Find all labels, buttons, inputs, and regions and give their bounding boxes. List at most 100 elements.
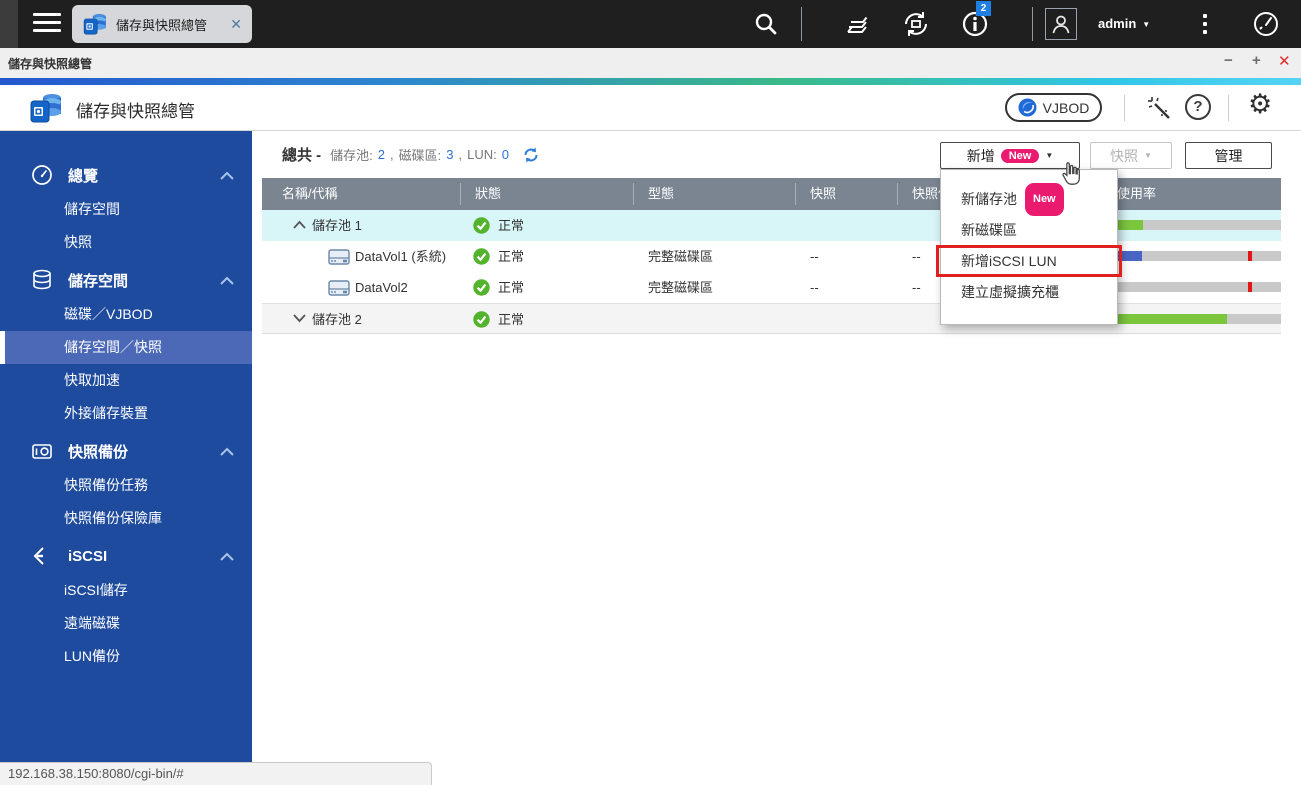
vjbod-icon <box>1018 98 1037 117</box>
sidebar-item-cache-acceleration[interactable]: 快取加速 <box>0 364 252 397</box>
app-header: 儲存與快照總管 VJBOD ? ⚙ <box>0 85 1301 131</box>
tray-divider <box>1032 7 1033 41</box>
help-icon: ? <box>1185 94 1211 120</box>
create-button[interactable]: 新增 New ▼ <box>940 142 1080 169</box>
more-options-icon[interactable] <box>1203 14 1207 38</box>
user-name: admin <box>1098 16 1137 31</box>
sidebar-item-disks-vjbod[interactable]: 磁碟／VJBOD <box>0 298 252 331</box>
status-ok-icon <box>473 217 490 234</box>
vjbod-button[interactable]: VJBOD <box>1005 93 1102 122</box>
user-menu[interactable]: admin ▼ <box>1098 16 1150 31</box>
type-text: 完整磁碟區 <box>648 249 714 264</box>
external-device-button[interactable] <box>900 0 932 48</box>
device-sync-icon <box>905 12 927 36</box>
app-tab-label: 儲存與快照總管 <box>116 17 208 33</box>
menu-item-new-volume[interactable]: 新磁碟區 <box>941 215 1117 246</box>
header-divider <box>1124 95 1125 121</box>
volume-name: DataVol2 <box>355 280 408 295</box>
table-row[interactable]: DataVol2 正常 完整磁碟區 -- -- <box>262 272 1281 303</box>
sidebar-item-storage-space[interactable]: 儲存空間 <box>0 193 252 226</box>
status-ok-icon <box>473 248 490 265</box>
sidebar-group-storage[interactable]: 儲存空間 <box>0 262 252 298</box>
expand-chevron-icon[interactable] <box>293 314 306 323</box>
tab-close-icon[interactable]: ✕ <box>230 16 242 33</box>
status-url: 192.168.38.150:8080/cgi-bin/# <box>8 766 184 781</box>
chevron-up-icon <box>220 276 234 285</box>
col-snapshots[interactable]: 快照 <box>810 178 836 210</box>
chevron-up-icon <box>220 552 234 561</box>
sidebar-item-external-storage[interactable]: 外接儲存裝置 <box>0 397 252 430</box>
window-title: 儲存與快照總管 <box>8 57 93 71</box>
background-tasks-button[interactable] <box>842 0 872 48</box>
desktop-edge <box>0 0 18 48</box>
collapse-chevron-icon[interactable] <box>293 220 306 229</box>
table-row[interactable]: 儲存池 2 正常 <box>262 303 1281 334</box>
sidebar-item-lun-backup[interactable]: LUN備份 <box>0 640 252 673</box>
dashboard-gauge-icon <box>1254 12 1278 36</box>
user-avatar[interactable] <box>1045 8 1077 40</box>
manage-button[interactable]: 管理 <box>1185 142 1272 169</box>
close-button[interactable]: ✕ <box>1278 52 1291 70</box>
desktop-topbar: 儲存與快照總管 ✕ 2 admin ▼ <box>0 0 1301 48</box>
status-ok-icon <box>473 311 490 328</box>
page-title: 儲存與快照總管 <box>76 102 195 121</box>
type-text: 完整磁碟區 <box>648 280 714 295</box>
iscsi-icon <box>33 547 44 565</box>
chevron-up-icon <box>220 171 234 180</box>
vjbod-label: VJBOD <box>1042 99 1090 116</box>
usage-bar <box>1117 314 1281 324</box>
task-stack-icon <box>847 16 868 33</box>
volume-name: DataVol1 (系統) <box>355 249 447 264</box>
status-text: 正常 <box>498 218 525 233</box>
col-status[interactable]: 狀態 <box>475 178 501 210</box>
sidebar-item-snapshot[interactable]: 快照 <box>0 226 252 259</box>
help-button[interactable]: ? <box>1185 94 1211 120</box>
table-header: 名稱/代稱 狀態 型態 快照 快照佔用空間 使用率 <box>262 178 1281 210</box>
main-menu-icon[interactable] <box>33 13 61 35</box>
status-text: 正常 <box>498 312 525 327</box>
sidebar-item-snapshot-replica-job[interactable]: 快照備份任務 <box>0 469 252 502</box>
notifications-button[interactable]: 2 <box>960 0 991 48</box>
menu-item-new-iscsi-lun[interactable]: 新增iSCSI LUN <box>941 246 1117 277</box>
col-type[interactable]: 型態 <box>648 178 674 210</box>
app-tab[interactable]: 儲存與快照總管 ✕ <box>72 5 252 43</box>
dashboard-button[interactable] <box>1250 0 1282 48</box>
refresh-icon[interactable] <box>522 146 540 164</box>
table-row[interactable]: 儲存池 1 正常 <box>262 210 1281 241</box>
col-name[interactable]: 名稱/代稱 <box>282 178 338 210</box>
search-button[interactable] <box>753 0 779 48</box>
maximize-button[interactable]: + <box>1252 52 1261 69</box>
usage-bar <box>1117 251 1281 261</box>
menu-item-new-storage-pool[interactable]: 新儲存池 New <box>941 183 1117 216</box>
main-content: 總共 - 儲存池: 2, 磁碟區: 3, LUN: 0 新增 New ▼ 快照 ▼ 管… <box>252 131 1301 785</box>
table-row[interactable]: DataVol1 (系統) 正常 完整磁碟區 -- -- <box>262 241 1281 272</box>
sidebar-group-iscsi[interactable]: iSCSI <box>0 538 252 574</box>
header-divider <box>1228 95 1229 121</box>
sidebar-group-overview[interactable]: 總覽 <box>0 157 252 193</box>
sidebar-item-remote-disk[interactable]: 遠端磁碟 <box>0 607 252 640</box>
accent-gradient-bar <box>0 78 1301 85</box>
minimize-button[interactable]: − <box>1224 52 1233 69</box>
settings-button[interactable]: ⚙ <box>1248 90 1272 118</box>
menu-item-create-vjbod[interactable]: 建立虛擬擴充櫃 <box>941 277 1117 308</box>
lun-count: 0 <box>501 147 509 162</box>
snapshot-button[interactable]: 快照 ▼ <box>1090 142 1172 169</box>
create-dropdown-menu: 新儲存池 New 新磁碟區 新增iSCSI LUN 建立虛擬擴充櫃 <box>940 169 1118 325</box>
chevron-down-icon: ▼ <box>1144 151 1152 160</box>
volume-icon <box>328 280 350 296</box>
sidebar-group-snapshot-replica[interactable]: 快照備份 <box>0 433 252 469</box>
col-usage[interactable]: 使用率 <box>1117 178 1156 210</box>
chevron-up-icon <box>220 447 234 456</box>
sidebar-item-storage-snapshots[interactable]: 儲存空間／快照 <box>0 331 252 364</box>
recommend-wand-button[interactable] <box>1145 94 1173 127</box>
window-titlebar: 儲存與快照總管 − + ✕ <box>0 48 1301 78</box>
status-text: 正常 <box>498 280 525 295</box>
snapshot-space-value: -- <box>912 280 921 295</box>
storage-app-icon <box>30 94 61 123</box>
sidebar-item-iscsi-storage[interactable]: iSCSI儲存 <box>0 574 252 607</box>
pool-count: 2 <box>377 147 386 162</box>
chevron-down-icon: ▼ <box>1142 20 1151 29</box>
user-icon <box>1052 15 1070 34</box>
status-text: 正常 <box>498 249 525 264</box>
sidebar-item-snapshot-vault[interactable]: 快照備份保險庫 <box>0 502 252 535</box>
